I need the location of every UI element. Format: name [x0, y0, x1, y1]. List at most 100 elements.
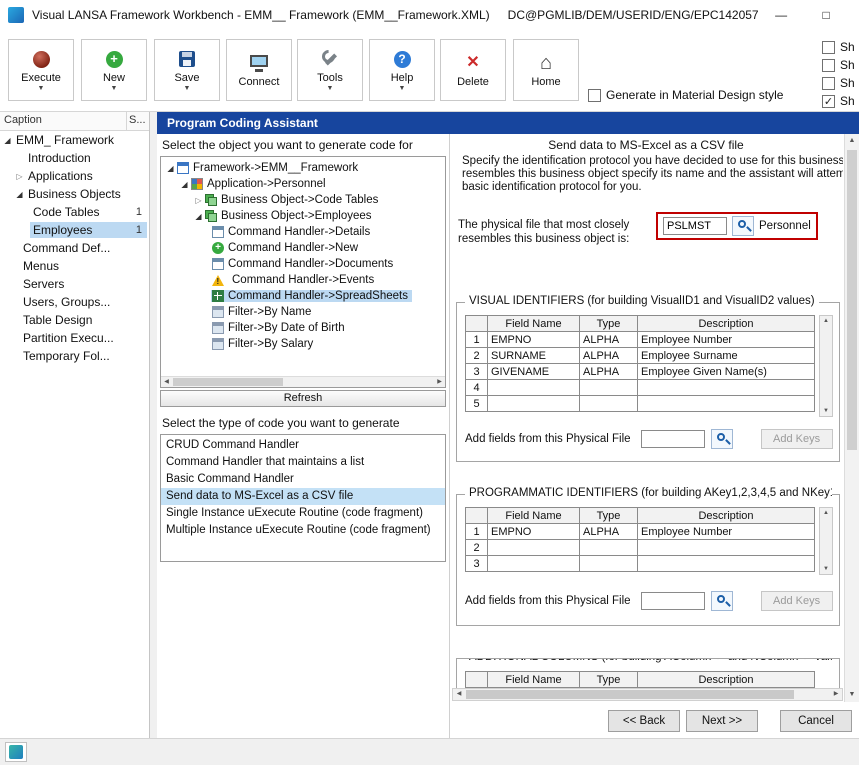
- object-tree-horizontal-scrollbar[interactable]: ◀ ▶: [161, 376, 445, 387]
- maximize-button[interactable]: □: [804, 0, 849, 30]
- tree-item-introduction[interactable]: Introduction: [0, 149, 149, 167]
- tree-item-filter-by-dob[interactable]: Filter->By Date of Birth: [161, 320, 445, 336]
- tree-item-users-groups[interactable]: Users, Groups...: [0, 293, 149, 311]
- expander-collapsed-icon[interactable]: [193, 195, 204, 206]
- cancel-button[interactable]: Cancel: [780, 710, 852, 732]
- scroll-down-icon[interactable]: ▼: [820, 564, 832, 574]
- add-fields-input[interactable]: [641, 592, 705, 610]
- add-fields-input[interactable]: [641, 430, 705, 448]
- scroll-up-icon[interactable]: ▲: [820, 316, 832, 326]
- add-keys-button[interactable]: Add Keys: [761, 429, 833, 449]
- expander-open-icon[interactable]: [2, 135, 13, 146]
- table-row[interactable]: 2: [466, 540, 815, 556]
- tree-item-ch-new[interactable]: Command Handler->New: [161, 240, 445, 256]
- scroll-down-icon[interactable]: ▼: [845, 688, 859, 702]
- status-column-header[interactable]: S...: [127, 112, 149, 130]
- tree-item-filter-by-salary[interactable]: Filter->By Salary: [161, 336, 445, 352]
- scroll-up-icon[interactable]: ▲: [845, 134, 859, 148]
- code-type-crud[interactable]: CRUD Command Handler: [161, 437, 445, 454]
- new-button[interactable]: New ▼: [81, 39, 147, 101]
- scroll-up-icon[interactable]: ▲: [820, 508, 832, 518]
- detail-horizontal-scrollbar[interactable]: ◀ ▶: [452, 688, 843, 701]
- expander-open-icon[interactable]: [165, 163, 176, 174]
- tree-item-menus[interactable]: Menus: [0, 257, 149, 275]
- tools-dropdown-caret-icon[interactable]: ▼: [327, 86, 334, 92]
- show-checkbox-1-box[interactable]: [822, 41, 835, 54]
- home-button[interactable]: Home: [513, 39, 579, 101]
- back-button[interactable]: << Back: [608, 710, 680, 732]
- code-type-csv[interactable]: Send data to MS-Excel as a CSV file: [161, 488, 445, 505]
- add-fields-search-button[interactable]: [711, 591, 733, 611]
- table-vertical-scrollbar[interactable]: ▲ ▼: [819, 507, 833, 575]
- expander-open-icon[interactable]: [193, 211, 204, 222]
- show-checkbox-3[interactable]: Sh: [822, 76, 855, 90]
- delete-button[interactable]: Delete: [440, 39, 506, 101]
- caption-column-header[interactable]: Caption: [0, 112, 127, 130]
- tree-item-table-design[interactable]: Table Design: [0, 311, 149, 329]
- scroll-left-icon[interactable]: ◀: [453, 689, 465, 700]
- scrollbar-thumb[interactable]: [847, 150, 857, 450]
- physical-file-input[interactable]: [663, 217, 727, 235]
- scroll-right-icon[interactable]: ▶: [434, 377, 445, 387]
- scroll-left-icon[interactable]: ◀: [161, 377, 172, 387]
- save-button[interactable]: Save ▼: [154, 39, 220, 101]
- detail-vertical-scrollbar[interactable]: ▲ ▼: [844, 134, 859, 702]
- save-dropdown-caret-icon[interactable]: ▼: [184, 86, 191, 92]
- material-design-checkbox-box[interactable]: [588, 89, 601, 102]
- show-checkbox-1[interactable]: Sh: [822, 40, 855, 54]
- help-dropdown-caret-icon[interactable]: ▼: [399, 86, 406, 92]
- tree-item-applications[interactable]: Applications: [0, 167, 149, 185]
- table-row[interactable]: 1 EMPNO ALPHA Employee Number: [466, 524, 815, 540]
- show-checkbox-3-box[interactable]: [822, 77, 835, 90]
- tree-item-servers[interactable]: Servers: [0, 275, 149, 293]
- tree-item-ch-spreadsheets[interactable]: Command Handler->SpreadSheets: [161, 288, 445, 304]
- scrollbar-thumb[interactable]: [466, 690, 794, 699]
- tree-item-business-objects[interactable]: Business Objects: [0, 185, 149, 203]
- table-row[interactable]: 2 SURNAME ALPHA Employee Surname: [466, 348, 815, 364]
- tree-item-code-tables[interactable]: Code Tables 1: [0, 203, 149, 221]
- tree-item-temporary-folder[interactable]: Temporary Fol...: [0, 347, 149, 365]
- scroll-down-icon[interactable]: ▼: [820, 406, 832, 416]
- scroll-right-icon[interactable]: ▶: [830, 689, 842, 700]
- code-type-list-handler[interactable]: Command Handler that maintains a list: [161, 454, 445, 471]
- expander-collapsed-icon[interactable]: [14, 171, 25, 182]
- close-button[interactable]: ✕: [849, 0, 859, 30]
- show-checkbox-2[interactable]: Sh: [822, 58, 855, 72]
- refresh-button[interactable]: Refresh: [160, 390, 446, 407]
- tree-item-bo-employees[interactable]: Business Object->Employees: [161, 208, 445, 224]
- table-row[interactable]: 4: [466, 380, 815, 396]
- tree-item-bo-code-tables[interactable]: Business Object->Code Tables: [161, 192, 445, 208]
- material-design-checkbox[interactable]: Generate in Material Design style: [588, 88, 783, 102]
- tree-item-emm-framework[interactable]: EMM_ Framework: [0, 131, 149, 149]
- table-row[interactable]: 1 EMPNO ALPHA Employee Number: [466, 332, 815, 348]
- code-type-single-uexecute[interactable]: Single Instance uExecute Routine (code f…: [161, 505, 445, 522]
- show-checkbox-2-box[interactable]: [822, 59, 835, 72]
- tree-item-framework[interactable]: Framework->EMM__Framework: [161, 160, 445, 176]
- tree-item-filter-by-name[interactable]: Filter->By Name: [161, 304, 445, 320]
- tree-item-ch-details[interactable]: Command Handler->Details: [161, 224, 445, 240]
- next-button[interactable]: Next >>: [686, 710, 758, 732]
- show-checkbox-4-box[interactable]: [822, 95, 835, 108]
- show-checkbox-4[interactable]: Sh: [822, 94, 855, 108]
- tree-item-ch-events[interactable]: Command Handler->Events: [161, 272, 445, 288]
- expander-open-icon[interactable]: [179, 179, 190, 190]
- table-row[interactable]: 5: [466, 396, 815, 412]
- tree-item-application-personnel[interactable]: Application->Personnel: [161, 176, 445, 192]
- add-fields-search-button[interactable]: [711, 429, 733, 449]
- table-row[interactable]: 3 GIVENAME ALPHA Employee Given Name(s): [466, 364, 815, 380]
- add-keys-button[interactable]: Add Keys: [761, 591, 833, 611]
- new-dropdown-caret-icon[interactable]: ▼: [111, 86, 118, 92]
- tree-item-ch-documents[interactable]: Command Handler->Documents: [161, 256, 445, 272]
- tools-button[interactable]: Tools ▼: [297, 39, 363, 101]
- tree-item-employees[interactable]: Employees 1: [0, 221, 149, 239]
- scrollbar-thumb[interactable]: [173, 378, 283, 386]
- execute-dropdown-caret-icon[interactable]: ▼: [38, 86, 45, 92]
- physical-file-search-button[interactable]: [732, 216, 754, 236]
- minimize-button[interactable]: —: [759, 0, 804, 30]
- code-type-basic[interactable]: Basic Command Handler: [161, 471, 445, 488]
- table-row[interactable]: 3: [466, 556, 815, 572]
- code-type-multiple-uexecute[interactable]: Multiple Instance uExecute Routine (code…: [161, 522, 445, 539]
- execute-button[interactable]: Execute ▼: [8, 39, 74, 101]
- expander-open-icon[interactable]: [14, 189, 25, 200]
- tree-item-partition-execution[interactable]: Partition Execu...: [0, 329, 149, 347]
